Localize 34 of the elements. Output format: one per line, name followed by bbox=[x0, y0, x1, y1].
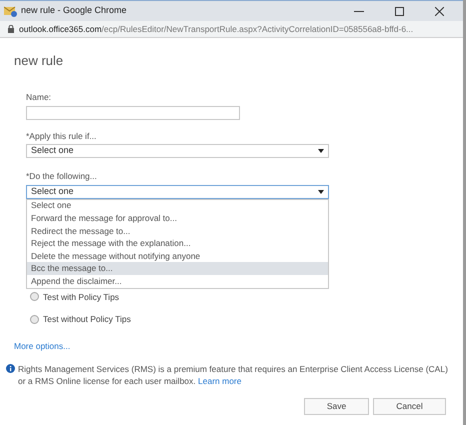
address-bar[interactable]: outlook.office365.com/ecp/RulesEditor/NewTransportRule.aspx?ActivityCorrelationID=058556a8-bffd-6... bbox=[0, 21, 463, 38]
name-input[interactable] bbox=[26, 106, 240, 120]
field-label: *Apply this rule if... bbox=[26, 132, 98, 140]
dropdown-option[interactable]: Forward the message for approval to... bbox=[27, 212, 328, 225]
window-title: new rule - Google Chrome bbox=[21, 4, 128, 18]
dropdown-option[interactable]: Append the disclaimer... bbox=[27, 275, 328, 288]
select-field[interactable]: Select one bbox=[26, 144, 329, 158]
dialog-button[interactable]: Save bbox=[304, 398, 369, 415]
radio-button[interactable] bbox=[30, 292, 39, 302]
select-field[interactable]: Select one bbox=[26, 184, 329, 198]
dropdown-option[interactable]: Delete the message without notifying anyone bbox=[27, 250, 328, 262]
dialog-button[interactable]: Cancel bbox=[373, 398, 446, 415]
dropdown-option[interactable]: Bcc the message to... bbox=[27, 262, 328, 276]
dropdown-option[interactable]: Select one bbox=[27, 200, 328, 212]
field-label: Name: bbox=[26, 93, 52, 102]
info-text: Rights Management Services (RMS) is a premium feature that requires an Enterprise Client Access License (CAL) or a RMS Online license for each user mailbox. Learn more bbox=[18, 362, 449, 388]
caret-icon bbox=[318, 190, 324, 194]
radio-button[interactable] bbox=[30, 315, 39, 324]
url-text: outlook.office365.com/ecp/RulesEditor/NewTransportRule.aspx?ActivityCorrelationID=058556a8-bffd-6... bbox=[19, 22, 414, 36]
lock-icon bbox=[8, 25, 14, 33]
dropdown-option[interactable]: Redirect the message to... bbox=[27, 224, 328, 238]
radio-label: Test without Policy Tips bbox=[43, 313, 131, 326]
maximize-icon bbox=[394, 6, 404, 16]
caret-icon bbox=[318, 149, 324, 153]
radio-label: Test with Policy Tips bbox=[43, 290, 120, 304]
info-icon bbox=[6, 364, 15, 373]
envelope-icon bbox=[4, 6, 17, 16]
minimize-icon bbox=[354, 10, 364, 12]
close-icon bbox=[434, 6, 444, 16]
page-heading: new rule bbox=[14, 54, 64, 67]
dropdown-option[interactable]: Reject the message with the explanation... bbox=[27, 237, 328, 250]
field-label: *Do the following... bbox=[26, 172, 98, 180]
learn-more-link[interactable]: Learn more bbox=[198, 376, 242, 386]
more-options-link[interactable]: More options... bbox=[14, 340, 70, 353]
